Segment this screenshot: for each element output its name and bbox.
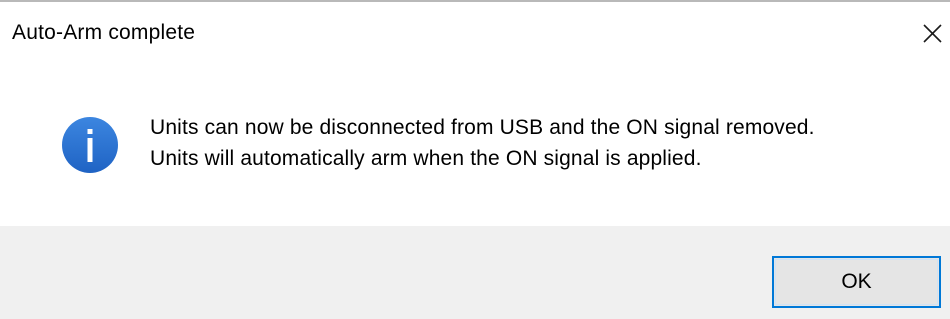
- ok-button[interactable]: OK: [772, 256, 941, 308]
- message-dialog: Auto-Arm complete Units can now be disco…: [0, 0, 950, 319]
- message-line-1: Units can now be disconnected from USB a…: [150, 116, 815, 139]
- message-area: Units can now be disconnected from USB a…: [0, 64, 950, 226]
- dialog-title: Auto-Arm complete: [12, 21, 196, 44]
- close-button[interactable]: [917, 14, 950, 50]
- ok-button-label: OK: [841, 270, 872, 293]
- info-icon: [62, 117, 118, 173]
- message-line-2: Units will automatically arm when the ON…: [150, 147, 702, 170]
- message-text: Units can now be disconnected from USB a…: [150, 112, 815, 174]
- close-icon: [923, 24, 942, 43]
- window-top-border: [0, 0, 950, 2]
- title-bar: Auto-Arm complete: [0, 0, 950, 64]
- button-bar: OK: [0, 226, 950, 319]
